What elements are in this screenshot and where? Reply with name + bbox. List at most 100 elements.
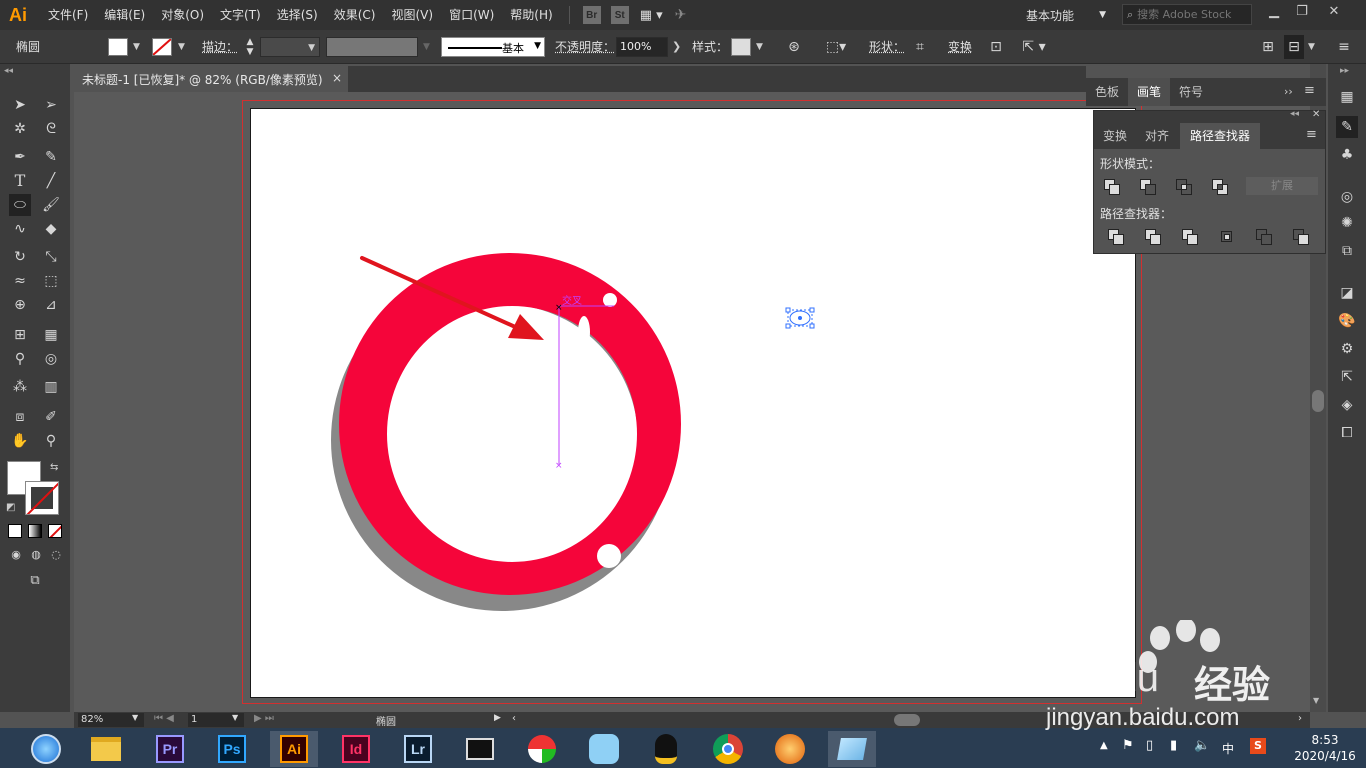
ime-indicator[interactable]: 中 — [1222, 740, 1234, 757]
profile-dropdown-icon[interactable]: ▼ — [423, 30, 430, 64]
menu-item-4[interactable]: 选择(S) — [269, 0, 326, 30]
color-mode-icon[interactable] — [8, 524, 22, 538]
messenger-bird-icon[interactable] — [580, 731, 628, 767]
screen-mode-icon[interactable]: ⧉ — [24, 570, 46, 592]
expand-dock-icon[interactable]: ▸▸ — [1340, 66, 1349, 76]
zoom-tool-icon[interactable]: ⚲ — [40, 430, 62, 452]
merge-icon[interactable] — [1182, 229, 1200, 245]
chevron-right-icon[interactable]: ❯ — [672, 30, 681, 64]
file-explorer-icon[interactable] — [82, 731, 130, 767]
layers-icon[interactable]: ◈ — [1336, 394, 1358, 416]
eraser-tool-icon[interactable]: ◆ — [40, 218, 62, 240]
stock-search[interactable]: ⌕ — [1122, 4, 1252, 25]
gpu-performance-icon[interactable]: ✈ — [675, 7, 687, 23]
variable-width-profile[interactable] — [326, 37, 418, 57]
stroke-swatch[interactable] — [152, 38, 172, 56]
trim-icon[interactable] — [1145, 229, 1163, 245]
notepad-icon[interactable] — [828, 731, 876, 767]
selected-ellipse[interactable] — [785, 307, 815, 329]
umbrella-app-icon[interactable] — [518, 731, 566, 767]
recolor-artwork-icon[interactable]: ⊛ — [784, 30, 804, 64]
browser-360-icon[interactable] — [22, 731, 70, 767]
collapse-icon[interactable]: ◂◂ — [4, 66, 13, 76]
expand-button[interactable]: 扩展 — [1246, 177, 1318, 195]
type-tool-icon[interactable]: T — [9, 170, 31, 192]
panel-toggle-icon[interactable]: ⊟ — [1284, 35, 1304, 59]
width-tool-icon[interactable]: ≈ — [9, 270, 31, 292]
blend-tool-icon[interactable]: ◎ — [40, 348, 62, 370]
shape-properties-icon[interactable]: ⌗ — [910, 30, 930, 64]
opacity-field[interactable]: 100% — [616, 37, 668, 57]
transform-label[interactable]: 变换 — [948, 30, 972, 64]
menu-item-8[interactable]: 帮助(H) — [502, 0, 560, 30]
stroke-color-box[interactable] — [25, 481, 59, 515]
draw-inside-icon[interactable]: ◌ — [45, 544, 67, 566]
menu-item-3[interactable]: 文字(T) — [212, 0, 269, 30]
taskbar-app-ai-icon[interactable]: Ai — [270, 731, 318, 767]
style-dropdown-icon[interactable]: ▼ — [756, 30, 763, 64]
menu-item-7[interactable]: 窗口(W) — [441, 0, 502, 30]
tab-swatches[interactable]: 色板 — [1086, 78, 1128, 106]
stroke-label[interactable]: 描边： — [202, 30, 238, 64]
scrollbar-thumb[interactable] — [1312, 390, 1324, 412]
appearance-icon[interactable]: 🎨 — [1336, 310, 1358, 332]
menu-item-6[interactable]: 视图(V) — [383, 0, 441, 30]
scroll-right-icon[interactable]: › — [1298, 713, 1302, 724]
search-input[interactable] — [1137, 8, 1248, 21]
panel-menu-icon[interactable]: ≡ — [1306, 127, 1317, 142]
swap-fill-stroke-icon[interactable]: ⇆ — [50, 462, 58, 473]
fill-swatch[interactable] — [108, 38, 128, 56]
menu-item-2[interactable]: 对象(O) — [153, 0, 212, 30]
tray-expand-icon[interactable]: ▲ — [1100, 740, 1108, 751]
exclude-icon[interactable] — [1212, 179, 1230, 195]
outline-icon[interactable] — [1256, 229, 1274, 245]
crop-icon[interactable] — [1219, 229, 1237, 245]
shape-builder-tool-icon[interactable]: ⊕ — [9, 294, 31, 316]
column-graph-tool-icon[interactable]: ▥ — [40, 376, 62, 398]
red-ring[interactable] — [339, 253, 681, 595]
chrome-icon[interactable] — [704, 731, 752, 767]
selection-tool-icon[interactable]: ➤ — [9, 94, 31, 116]
stroke-dropdown-icon[interactable]: ▼ — [178, 30, 185, 64]
media-player-icon[interactable] — [766, 731, 814, 767]
artboards-icon[interactable]: ⧠ — [1336, 422, 1358, 444]
draw-normal-icon[interactable]: ◉ — [5, 544, 27, 566]
direct-selection-tool-icon[interactable]: ➢ — [40, 94, 62, 116]
scale-tool-icon[interactable]: ⤡ — [40, 246, 62, 268]
draw-behind-icon[interactable]: ◍ — [25, 544, 47, 566]
tab-transform[interactable]: 变换 — [1094, 123, 1136, 149]
arrange-documents-icon[interactable]: ▦ ▾ — [640, 8, 663, 23]
paintbrush-tool-icon[interactable]: 🖌 — [40, 194, 62, 216]
workspace-switcher[interactable]: 基本功能 ▼ — [1026, 4, 1106, 26]
graphic-styles-icon[interactable]: ⚙ — [1336, 338, 1358, 360]
tab-brushes[interactable]: 画笔 — [1128, 78, 1170, 106]
gradient-tool-icon[interactable]: ▦ — [40, 324, 62, 346]
slice-tool-icon[interactable]: ✐ — [40, 406, 62, 428]
panel-menu-icon[interactable]: ≡ — [1304, 83, 1315, 98]
none-mode-icon[interactable] — [48, 524, 62, 538]
ellipse-tool-icon[interactable]: ⬭ — [9, 194, 31, 216]
chevron-down-icon[interactable]: ▼ — [1308, 30, 1315, 64]
line-segment-tool-icon[interactable]: ╱ — [40, 170, 62, 192]
tab-align[interactable]: 对齐 — [1136, 123, 1178, 149]
stroke-weight-stepper[interactable]: ▲ ▼ — [242, 37, 258, 57]
shape-label[interactable]: 形状： — [869, 30, 905, 64]
default-colors-icon[interactable]: ◩ — [6, 502, 15, 513]
artboard-dropdown-icon[interactable]: ▼ — [232, 713, 238, 722]
lasso-tool-icon[interactable]: ᘓ — [40, 118, 62, 140]
horizontal-scrollbar-thumb[interactable] — [894, 714, 920, 726]
rotate-tool-icon[interactable]: ↻ — [9, 246, 31, 268]
brushes-icon[interactable]: ✎ — [1336, 116, 1358, 138]
taskbar-app-id-icon[interactable]: Id — [332, 731, 380, 767]
scroll-left-icon[interactable]: ‹ — [512, 713, 516, 724]
stroke-weight-field[interactable]: ▼ — [260, 37, 320, 57]
libraries-icon[interactable]: ▦ — [1336, 86, 1358, 108]
first-artboard-icon[interactable]: ⏮ ◀ — [154, 713, 174, 724]
document-tab[interactable]: 未标题-1 [已恢复]* @ 82% (RGB/像素预览) × — [74, 66, 348, 92]
isolate-object-icon[interactable]: ⊡ — [986, 30, 1006, 64]
minus-back-icon[interactable] — [1293, 229, 1311, 245]
network-icon[interactable]: ▮ — [1170, 738, 1177, 753]
close-panel-icon[interactable]: ✕ — [1312, 109, 1320, 120]
volume-icon[interactable]: 🔈 — [1194, 738, 1210, 753]
align-to-selection-icon[interactable]: ⬚▾ — [822, 30, 850, 64]
